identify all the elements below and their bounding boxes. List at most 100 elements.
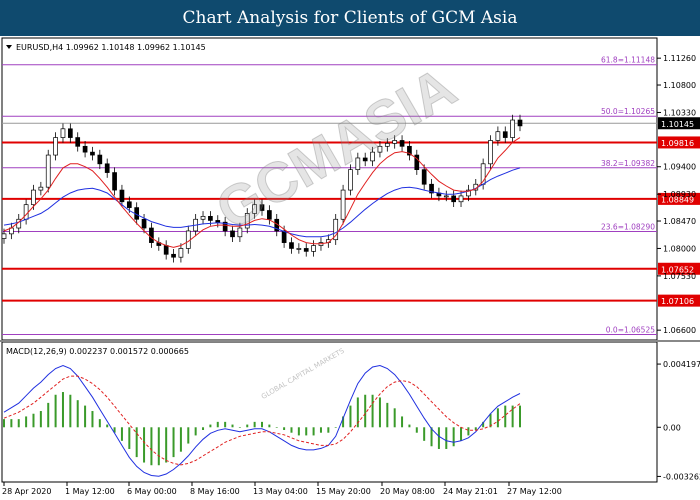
fib-label: 38.2=1.09382 [601,159,655,168]
price-tick-label: 1.08470 [663,217,696,226]
macd-histogram-bar [496,408,499,428]
candle-body [281,230,287,243]
macd-histogram-bar [268,424,271,428]
price-tick-label: 1.08930 [663,190,696,199]
time-tick-label: 6 May 00:00 [127,487,177,496]
macd-histogram-bar [437,427,440,449]
candle-body [303,248,309,252]
candle-body [178,248,184,258]
macd-tick-label: 0.00 [663,423,681,432]
candle-body [60,128,66,138]
macd-histogram-bar [423,427,426,441]
macd-histogram-bar [378,397,381,428]
candle-body [126,201,132,208]
price-tick-label: 1.08000 [663,244,696,253]
macd-histogram-bar [17,419,20,428]
macd-histogram-bar [327,427,330,433]
time-tick-label: 20 May 08:00 [380,487,435,496]
macd-histogram-bar [32,413,35,428]
candle-body [451,195,457,203]
macd-histogram-bar [69,394,72,428]
candle-body [495,131,501,141]
macd-histogram-bar [275,427,278,428]
candle-body [421,169,427,185]
candle-body [75,137,81,147]
candle-body [163,245,169,255]
macd-histogram-bar [98,419,101,428]
candle-body [119,189,125,203]
macd-histogram-bar [202,427,205,430]
macd-histogram-bar [91,411,94,428]
trading-chart[interactable]: EURUSD,H4 1.09962 1.10148 1.09962 1.1014… [0,36,700,500]
macd-histogram-bar [135,427,138,458]
candle-body [97,154,103,165]
time-tick-label: 1 May 12:00 [65,487,115,496]
candle-body [149,227,154,243]
sr-price-label: 1.09816 [661,139,694,148]
price-tick-label: 1.06600 [663,326,696,335]
macd-histogram-bar [334,427,337,428]
macd-histogram-bar [246,424,249,428]
time-tick-label: 8 May 16:00 [190,487,240,496]
macd-histogram-bar [319,427,322,433]
macd-histogram-bar [106,424,109,428]
macd-histogram-bar [467,427,470,436]
report-header: Chart Analysis for Clients of GCM Asia [0,0,700,36]
macd-histogram-bar [54,394,57,428]
macd-histogram-bar [84,405,87,428]
fib-label: 23.6=1.08290 [601,223,655,232]
macd-signal-line [3,375,521,466]
macd-histogram-bar [297,427,300,436]
time-tick-label: 27 May 12:00 [507,487,562,496]
candle-body [31,189,36,206]
macd-histogram-bar [474,427,477,430]
price-tick-label: 1.10800 [663,81,696,90]
fib-label: 50.0=1.10265 [601,107,655,116]
macd-histogram-bar [224,421,227,428]
candle-body [171,253,176,258]
macd-histogram-bar [61,392,64,428]
dropdown-triangle-icon[interactable] [6,45,12,49]
macd-histogram-bar [460,427,463,441]
candle-body [141,218,147,229]
macd-histogram-bar [519,405,521,428]
report-title: Chart Analysis for Clients of GCM Asia [182,8,518,28]
candle-body [458,195,464,203]
candle-body [53,137,58,156]
candle-body [296,248,302,250]
current-price-label: 1.10145 [661,120,694,129]
price-tick-label: 1.11260 [663,54,696,63]
candle-body [45,154,51,188]
macd-histogram-bar [25,416,28,428]
macd-histogram-bar [452,427,455,447]
macd-histogram-bar [261,421,263,428]
candle-body [82,145,88,153]
macd-histogram-bar [165,427,168,463]
macd-tick-label: -0.003262 [663,472,700,481]
macd-histogram-bar [408,424,411,428]
candle-body [311,245,316,252]
macd-tick-label: 0.004197 [663,360,700,369]
time-tick-label: 15 May 20:00 [316,487,371,496]
macd-histogram-bar [39,411,42,428]
macd-histogram-bar [157,427,160,466]
candle-body [200,215,206,220]
macd-line [3,364,521,477]
macd-histogram-bar [445,427,448,449]
time-tick-label: 28 Apr 2020 [2,487,51,496]
sr-price-label: 1.07106 [661,297,694,306]
macd-histogram-bar [120,427,123,441]
candle-body [488,140,493,165]
macd-histogram-bar [150,427,153,466]
macd-histogram-bar [253,421,256,428]
macd-histogram-bar [76,400,79,428]
candle-body [215,220,221,223]
macd-histogram-bar [47,402,50,428]
macd-histogram-bar [386,402,389,428]
price-tick-label: 1.10330 [663,108,696,117]
fib-label: 0.0=1.06525 [606,326,655,335]
candle-body [517,119,523,127]
candle-body [104,163,110,173]
candle-body [510,119,515,138]
macd-histogram-bar [415,427,418,433]
